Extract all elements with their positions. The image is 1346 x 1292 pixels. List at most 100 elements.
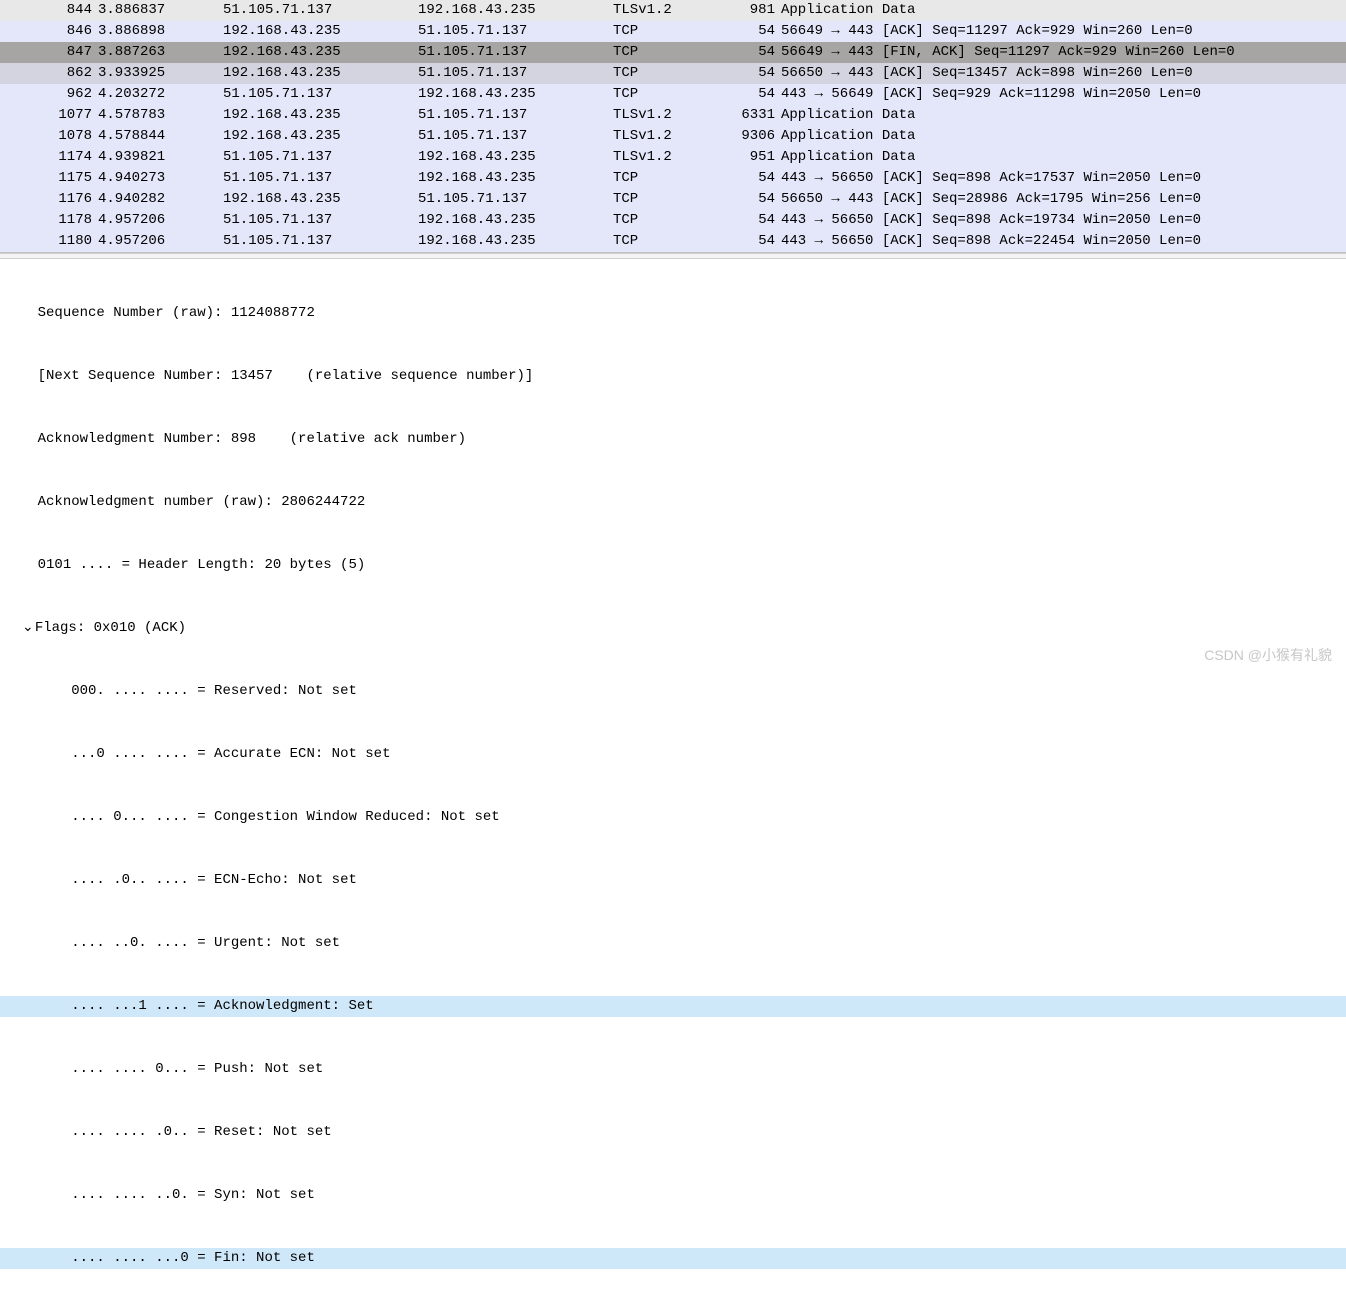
col-no: 846 <box>4 21 98 42</box>
col-no: 844 <box>4 0 98 21</box>
col-time: 4.940282 <box>98 189 223 210</box>
col-source: 51.105.71.137 <box>223 147 418 168</box>
flag-push[interactable]: .... .... 0... = Push: Not set <box>0 1059 1346 1080</box>
col-time: 4.957206 <box>98 231 223 252</box>
col-info: 56649 → 443 [ACK] Seq=11297 Ack=929 Win=… <box>781 21 1342 42</box>
col-destination: 51.105.71.137 <box>418 126 613 147</box>
col-length: 54 <box>733 84 781 105</box>
col-time: 4.203272 <box>98 84 223 105</box>
packet-row[interactable]: 8443.88683751.105.71.137192.168.43.235TL… <box>0 0 1346 21</box>
col-time: 3.886837 <box>98 0 223 21</box>
col-protocol: TCP <box>613 168 733 189</box>
col-destination: 51.105.71.137 <box>418 63 613 84</box>
detail-header-len[interactable]: 0101 .... = Header Length: 20 bytes (5) <box>0 555 1346 576</box>
col-info: Application Data <box>781 105 1342 126</box>
packet-row[interactable]: 8623.933925192.168.43.23551.105.71.137TC… <box>0 63 1346 84</box>
flag-cwr[interactable]: .... 0... .... = Congestion Window Reduc… <box>0 807 1346 828</box>
col-protocol: TCP <box>613 63 733 84</box>
col-protocol: TLSv1.2 <box>613 0 733 21</box>
flag-reset[interactable]: .... .... .0.. = Reset: Not set <box>0 1122 1346 1143</box>
col-info: Application Data <box>781 0 1342 21</box>
col-destination: 51.105.71.137 <box>418 105 613 126</box>
detail-next-seq[interactable]: [Next Sequence Number: 13457 (relative s… <box>0 366 1346 387</box>
packet-row[interactable]: 8463.886898192.168.43.23551.105.71.137TC… <box>0 21 1346 42</box>
col-no: 1180 <box>4 231 98 252</box>
detail-ack-num[interactable]: Acknowledgment Number: 898 (relative ack… <box>0 429 1346 450</box>
col-length: 54 <box>733 63 781 84</box>
packet-row[interactable]: 10774.578783192.168.43.23551.105.71.137T… <box>0 105 1346 126</box>
col-time: 3.933925 <box>98 63 223 84</box>
col-protocol: TCP <box>613 189 733 210</box>
col-protocol: TCP <box>613 21 733 42</box>
col-info: 443 → 56650 [ACK] Seq=898 Ack=19734 Win=… <box>781 210 1342 231</box>
flag-syn[interactable]: .... .... ..0. = Syn: Not set <box>0 1185 1346 1206</box>
chevron-down-icon[interactable]: ⌄ <box>21 618 35 639</box>
col-length: 54 <box>733 210 781 231</box>
col-length: 54 <box>733 42 781 63</box>
col-no: 862 <box>4 63 98 84</box>
col-time: 4.939821 <box>98 147 223 168</box>
col-length: 54 <box>733 168 781 189</box>
col-info: 443 → 56650 [ACK] Seq=898 Ack=22454 Win=… <box>781 231 1342 252</box>
col-info: Application Data <box>781 147 1342 168</box>
packet-list[interactable]: 8443.88683751.105.71.137192.168.43.235TL… <box>0 0 1346 253</box>
flag-fin[interactable]: .... .... ...0 = Fin: Not set <box>0 1248 1346 1269</box>
col-source: 192.168.43.235 <box>223 189 418 210</box>
col-length: 54 <box>733 231 781 252</box>
col-source: 192.168.43.235 <box>223 105 418 126</box>
col-length: 951 <box>733 147 781 168</box>
col-no: 1178 <box>4 210 98 231</box>
flag-ack[interactable]: .... ...1 .... = Acknowledgment: Set <box>0 996 1346 1017</box>
col-info: 443 → 56650 [ACK] Seq=898 Ack=17537 Win=… <box>781 168 1342 189</box>
col-destination: 192.168.43.235 <box>418 0 613 21</box>
col-source: 51.105.71.137 <box>223 231 418 252</box>
col-destination: 192.168.43.235 <box>418 168 613 189</box>
col-no: 1077 <box>4 105 98 126</box>
col-no: 847 <box>4 42 98 63</box>
col-protocol: TCP <box>613 42 733 63</box>
col-length: 6331 <box>733 105 781 126</box>
flag-reserved[interactable]: 000. .... .... = Reserved: Not set <box>0 681 1346 702</box>
col-source: 192.168.43.235 <box>223 21 418 42</box>
col-protocol: TCP <box>613 210 733 231</box>
col-destination: 192.168.43.235 <box>418 231 613 252</box>
col-no: 1176 <box>4 189 98 210</box>
packet-row[interactable]: 9624.20327251.105.71.137192.168.43.235TC… <box>0 84 1346 105</box>
col-length: 54 <box>733 189 781 210</box>
col-time: 4.578783 <box>98 105 223 126</box>
detail-ack-raw[interactable]: Acknowledgment number (raw): 2806244722 <box>0 492 1346 513</box>
col-info: Application Data <box>781 126 1342 147</box>
col-no: 962 <box>4 84 98 105</box>
detail-seq-raw[interactable]: Sequence Number (raw): 1124088772 <box>0 303 1346 324</box>
col-source: 192.168.43.235 <box>223 42 418 63</box>
col-destination: 192.168.43.235 <box>418 84 613 105</box>
detail-flags[interactable]: ⌄Flags: 0x010 (ACK) <box>0 618 1346 639</box>
col-time: 3.887263 <box>98 42 223 63</box>
col-source: 192.168.43.235 <box>223 63 418 84</box>
packet-row[interactable]: 8473.887263192.168.43.23551.105.71.137TC… <box>0 42 1346 63</box>
flag-urgent[interactable]: .... ..0. .... = Urgent: Not set <box>0 933 1346 954</box>
col-protocol: TCP <box>613 84 733 105</box>
packet-row[interactable]: 11784.95720651.105.71.137192.168.43.235T… <box>0 210 1346 231</box>
detail-pane[interactable]: Sequence Number (raw): 1124088772 [Next … <box>0 259 1346 1292</box>
packet-row[interactable]: 11804.95720651.105.71.137192.168.43.235T… <box>0 231 1346 252</box>
watermark: CSDN @小猴有礼貌 <box>1204 645 1332 666</box>
packet-row[interactable]: 11754.94027351.105.71.137192.168.43.235T… <box>0 168 1346 189</box>
packet-row[interactable]: 11764.940282192.168.43.23551.105.71.137T… <box>0 189 1346 210</box>
col-time: 4.940273 <box>98 168 223 189</box>
col-destination: 51.105.71.137 <box>418 189 613 210</box>
flag-accurate-ecn[interactable]: ...0 .... .... = Accurate ECN: Not set <box>0 744 1346 765</box>
col-source: 192.168.43.235 <box>223 126 418 147</box>
col-destination: 192.168.43.235 <box>418 147 613 168</box>
col-time: 4.957206 <box>98 210 223 231</box>
col-time: 3.886898 <box>98 21 223 42</box>
packet-row[interactable]: 11744.93982151.105.71.137192.168.43.235T… <box>0 147 1346 168</box>
col-info: 56649 → 443 [FIN, ACK] Seq=11297 Ack=929… <box>781 42 1342 63</box>
col-length: 54 <box>733 21 781 42</box>
col-info: 56650 → 443 [ACK] Seq=13457 Ack=898 Win=… <box>781 63 1342 84</box>
flag-ecn-echo[interactable]: .... .0.. .... = ECN-Echo: Not set <box>0 870 1346 891</box>
col-protocol: TCP <box>613 231 733 252</box>
packet-row[interactable]: 10784.578844192.168.43.23551.105.71.137T… <box>0 126 1346 147</box>
col-destination: 51.105.71.137 <box>418 42 613 63</box>
col-length: 9306 <box>733 126 781 147</box>
